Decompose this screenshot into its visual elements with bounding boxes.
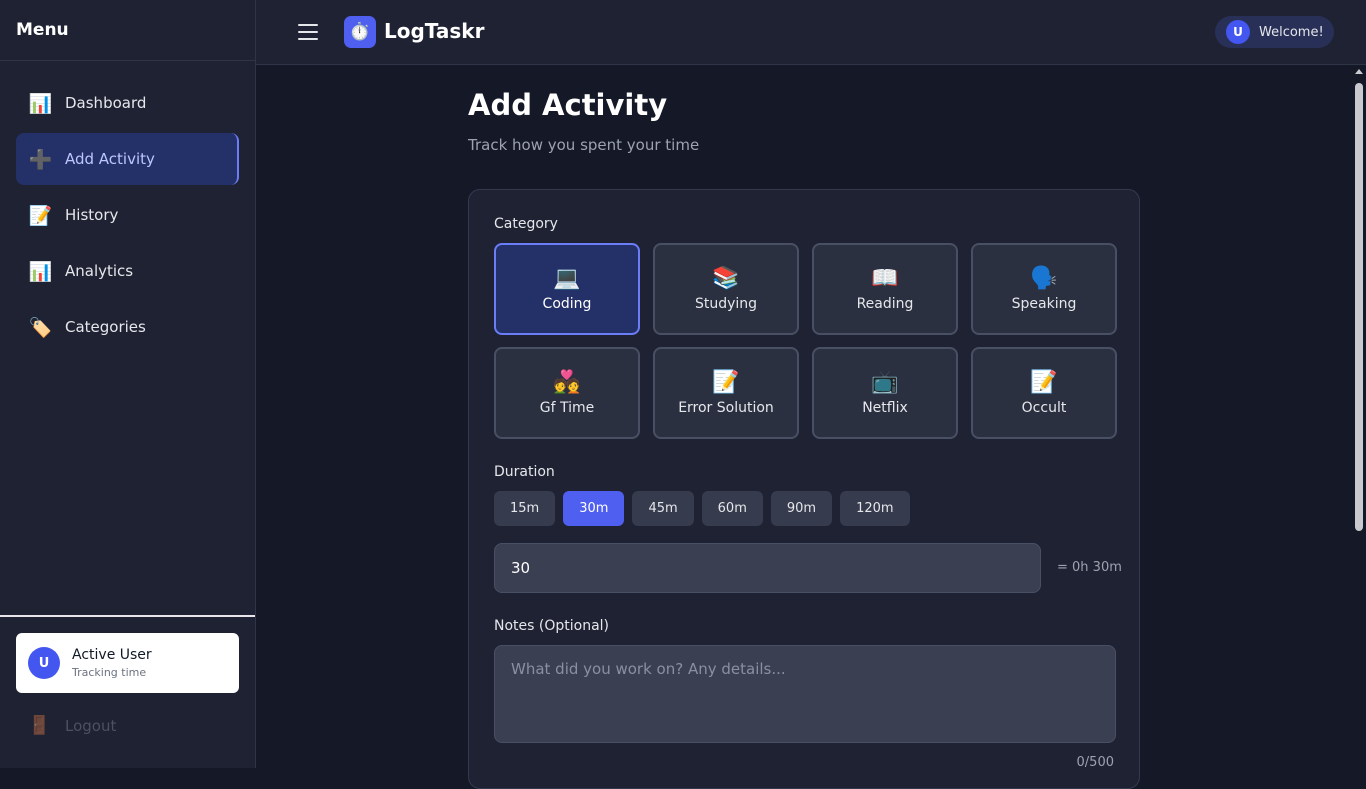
- door-icon: 🚪: [28, 715, 51, 736]
- duration-presets: 15m 30m 45m 60m 90m 120m: [494, 491, 918, 526]
- menu-toggle-icon[interactable]: [298, 22, 318, 42]
- duration-preset-15m[interactable]: 15m: [494, 491, 556, 526]
- category-label-text: Coding: [542, 296, 592, 312]
- sidebar-item-label: Analytics: [65, 262, 134, 280]
- tag-icon: 🏷️: [28, 316, 53, 339]
- duration-readout: = 0h 30m: [1057, 560, 1122, 575]
- bar-chart-icon: 📊: [28, 260, 53, 283]
- category-speaking[interactable]: 🗣️ Speaking: [971, 243, 1117, 335]
- category-label-text: Netflix: [862, 400, 908, 416]
- open-book-icon: 📖: [871, 266, 899, 291]
- page-title: Add Activity: [468, 88, 668, 122]
- books-icon: 📚: [712, 266, 740, 291]
- plus-icon: ➕: [28, 148, 53, 171]
- category-label-text: Gf Time: [539, 400, 595, 416]
- duration-preset-120m[interactable]: 120m: [840, 491, 910, 526]
- scroll-up-arrow-icon[interactable]: [1355, 69, 1363, 74]
- sidebar-nav: 📊 Dashboard ➕ Add Activity 📝 History 📊 A…: [0, 61, 255, 353]
- category-label-text: Error Solution: [678, 400, 774, 416]
- sidebar-item-label: History: [65, 206, 119, 224]
- sidebar-footer: U Active User Tracking time 🚪 Logout: [0, 615, 255, 768]
- bar-chart-icon: 📊: [28, 92, 53, 115]
- app-title[interactable]: LogTaskr: [384, 19, 484, 43]
- category-coding[interactable]: 💻 Coding: [494, 243, 640, 335]
- sidebar-item-label: Add Activity: [65, 150, 155, 168]
- notes-textarea[interactable]: [494, 645, 1116, 743]
- logout-button[interactable]: 🚪 Logout: [28, 715, 116, 736]
- category-label-text: Speaking: [1011, 296, 1077, 312]
- duration-label: Duration: [494, 464, 555, 480]
- duration-preset-30m[interactable]: 30m: [563, 491, 625, 526]
- scrollbar-thumb[interactable]: [1355, 83, 1363, 531]
- avatar: U: [1226, 20, 1250, 44]
- category-studying[interactable]: 📚 Studying: [653, 243, 799, 335]
- category-label: Category: [494, 216, 558, 232]
- sidebar-item-label: Dashboard: [65, 94, 147, 112]
- category-label-text: Occult: [1021, 400, 1067, 416]
- couple-heart-icon: 💑: [553, 370, 581, 395]
- sidebar-item-categories[interactable]: 🏷️ Categories: [16, 301, 239, 353]
- user-status: Tracking time: [72, 666, 147, 679]
- user-info: Active User Tracking time: [72, 647, 152, 679]
- sidebar-item-label: Categories: [65, 318, 146, 336]
- memo-icon: 📝: [28, 204, 53, 227]
- duration-preset-60m[interactable]: 60m: [701, 491, 763, 526]
- memo-icon: 📝: [712, 370, 740, 395]
- category-error-solution[interactable]: 📝 Error Solution: [653, 347, 799, 439]
- sidebar-item-history[interactable]: 📝 History: [16, 189, 239, 241]
- television-icon: 📺: [871, 370, 899, 395]
- category-reading[interactable]: 📖 Reading: [812, 243, 958, 335]
- welcome-text: Welcome!: [1259, 24, 1324, 40]
- logout-label: Logout: [65, 716, 117, 735]
- category-gf-time[interactable]: 💑 Gf Time: [494, 347, 640, 439]
- sidebar-item-analytics[interactable]: 📊 Analytics: [16, 245, 239, 297]
- user-name: Active User: [72, 647, 152, 663]
- stopwatch-icon: ⏱️: [344, 16, 376, 48]
- duration-preset-90m[interactable]: 90m: [770, 491, 833, 526]
- category-netflix[interactable]: 📺 Netflix: [812, 347, 958, 439]
- activity-form: Category 💻 Coding 📚 Studying 📖 Reading 🗣…: [468, 189, 1140, 789]
- sidebar: Menu 📊 Dashboard ➕ Add Activity 📝 Histor…: [0, 0, 256, 768]
- page-subtitle: Track how you spent your time: [468, 136, 700, 154]
- category-occult[interactable]: 📝 Occult: [971, 347, 1117, 439]
- speaking-head-icon: 🗣️: [1030, 266, 1058, 291]
- sidebar-title: Menu: [0, 0, 255, 61]
- laptop-icon: 💻: [553, 266, 581, 291]
- sidebar-item-add-activity[interactable]: ➕ Add Activity: [16, 133, 239, 185]
- duration-preset-45m[interactable]: 45m: [632, 491, 694, 526]
- sidebar-item-dashboard[interactable]: 📊 Dashboard: [16, 77, 239, 129]
- topbar: ⏱️ LogTaskr U Welcome!: [256, 0, 1366, 65]
- category-label-text: Studying: [694, 296, 758, 312]
- scrollbar[interactable]: [1352, 65, 1366, 768]
- notes-label: Notes (Optional): [494, 618, 610, 634]
- category-grid: 💻 Coding 📚 Studying 📖 Reading 🗣️ Speakin…: [494, 243, 1117, 439]
- welcome-badge[interactable]: U Welcome!: [1215, 16, 1334, 48]
- duration-minutes-input[interactable]: [494, 543, 1041, 593]
- memo-icon: 📝: [1030, 370, 1058, 395]
- avatar: U: [28, 647, 60, 679]
- user-card: U Active User Tracking time: [16, 633, 239, 693]
- category-label-text: Reading: [856, 296, 914, 312]
